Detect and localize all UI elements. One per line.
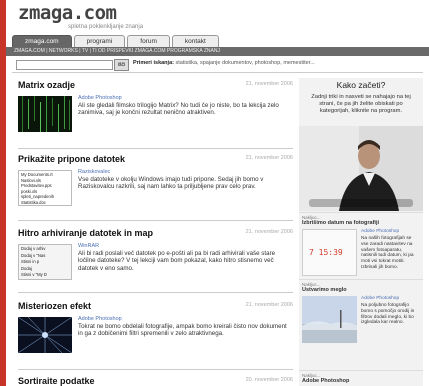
sidebar-divider [299, 370, 423, 371]
article-text: Vse datoteke v okolju Windows imajo tudi… [78, 176, 264, 191]
article-title[interactable]: Misteriozen efekt [18, 301, 91, 311]
mystery-effect-thumbnail[interactable] [18, 317, 72, 353]
article-date: 21. november 2006 [245, 229, 293, 235]
article-text: Ali ste gledali filmsko trilogijo Matrix… [78, 102, 279, 117]
search-button[interactable]: išči [114, 59, 129, 71]
sidebar-item-title[interactable]: Ustvarimo meglo [302, 287, 347, 293]
article-divider [18, 369, 293, 370]
main-nav: zmaga.com programi forum kontakt [12, 35, 219, 48]
photo-date-stamp: 7 15:39 [309, 248, 343, 257]
context-menu-item: Stisni in p [21, 259, 40, 265]
context-menu-item: Dodaj v arhiv [21, 246, 46, 251]
article-title[interactable]: Matrix ozadje [18, 80, 75, 90]
sidebar-title: Kako začeti? [336, 80, 386, 90]
article-date: 21. november 2006 [245, 81, 293, 87]
article-item: Hitro arhiviranje datotek in map 21. nov… [18, 228, 293, 293]
sidebar-divider [299, 279, 423, 280]
video-player[interactable] [299, 126, 423, 211]
sidebar: Kako začeti? Zadnji triki in nasveti se … [299, 78, 423, 386]
article-date: 20. november 2006 [245, 377, 293, 383]
sidebar-item-text: Na naših fotografijah se vse zaradi nast… [361, 236, 414, 270]
article-text: Ali bi radi poslali več datotek po e-poš… [78, 250, 276, 272]
file-list-thumbnail[interactable]: My Documents.rt Naslovi.xls Predstavitev… [18, 170, 72, 206]
article-category[interactable]: Adobe Photoshop [78, 316, 122, 322]
article-date: 21. november 2006 [245, 302, 293, 308]
fog-photo-thumbnail[interactable] [302, 296, 357, 343]
site-tagline: spletna poklenkljanje znanja [68, 24, 144, 30]
search-examples-label: Primeri iskanja: [133, 60, 174, 66]
article-title[interactable]: Prikažite pripone datotek [18, 154, 125, 164]
sidebar-item-text: Na poljubno fotografijo bomo s pomočjo o… [361, 303, 415, 326]
article-title[interactable]: Sortiraite podatke [18, 376, 95, 386]
context-menu-item: Stisni v "My D [21, 272, 47, 278]
article-divider [18, 148, 293, 149]
matrix-thumbnail[interactable] [18, 96, 72, 132]
search-bar: išči Primeri iskanja: statistika, spajan… [6, 58, 429, 72]
sidebar-item-title[interactable]: Adobe Photoshop [302, 378, 349, 384]
context-menu-item: Dodaj [21, 265, 32, 271]
divider [12, 72, 423, 73]
search-examples-text[interactable]: statistika, spajanje dokumentov, photosh… [176, 60, 315, 66]
clock-photo-thumbnail[interactable]: 7 15:39 [302, 229, 357, 276]
search-input[interactable] [16, 60, 113, 70]
breadcrumb[interactable]: ZMAGA.COM | NETWORKS | TV | TI OD PRISPE… [6, 47, 429, 56]
article-item: Prikažite pripone datotek 21. november 2… [18, 154, 293, 221]
article-item: Misteriozen efekt 21. november 2006 Adob… [18, 301, 293, 371]
site-header: zmaga.com spletna poklenkljanje znanja [6, 0, 429, 38]
article-category[interactable]: Adobe Photoshop [78, 95, 122, 101]
context-menu-item: Dodaj v "Nas [21, 252, 46, 258]
article-item: Matrix ozadje 21. november 2006 Adobe Ph… [18, 80, 293, 150]
sidebar-item-category[interactable]: Adobe Photoshop [361, 229, 399, 234]
article-category[interactable]: Raziskovalec [78, 169, 110, 175]
site-logo[interactable]: zmaga.com [18, 2, 117, 24]
page-frame: zmaga.com spletna poklenkljanje znanja z… [6, 0, 429, 386]
sidebar-item-category[interactable]: Adobe Photoshop [361, 296, 399, 301]
article-date: 21. november 2006 [245, 155, 293, 161]
article-text: Tokrat ne bomo obdelali fotografije, amp… [78, 323, 287, 338]
article-item: Sortiraite podatke 20. november 2006 [18, 376, 293, 386]
context-menu-thumbnail[interactable]: Dodaj v arhiv Dodaj v "Nas Stisni in p D… [18, 244, 72, 280]
video-controls[interactable] [309, 199, 413, 207]
article-divider [18, 292, 293, 293]
sidebar-divider [299, 212, 423, 213]
search-examples: Primeri iskanja: statistika, spajanje do… [133, 60, 315, 66]
article-divider [18, 220, 293, 221]
sidebar-intro: Zadnji triki in nasveti se nahajajo na t… [311, 94, 411, 114]
file-list-entry: Statistika.doc [21, 199, 46, 205]
sidebar-item-title[interactable]: Izbrišimo datum na fotografiji [302, 220, 379, 226]
article-category[interactable]: WinRAR [78, 243, 99, 249]
article-title[interactable]: Hitro arhiviranje datotek in map [18, 228, 153, 238]
